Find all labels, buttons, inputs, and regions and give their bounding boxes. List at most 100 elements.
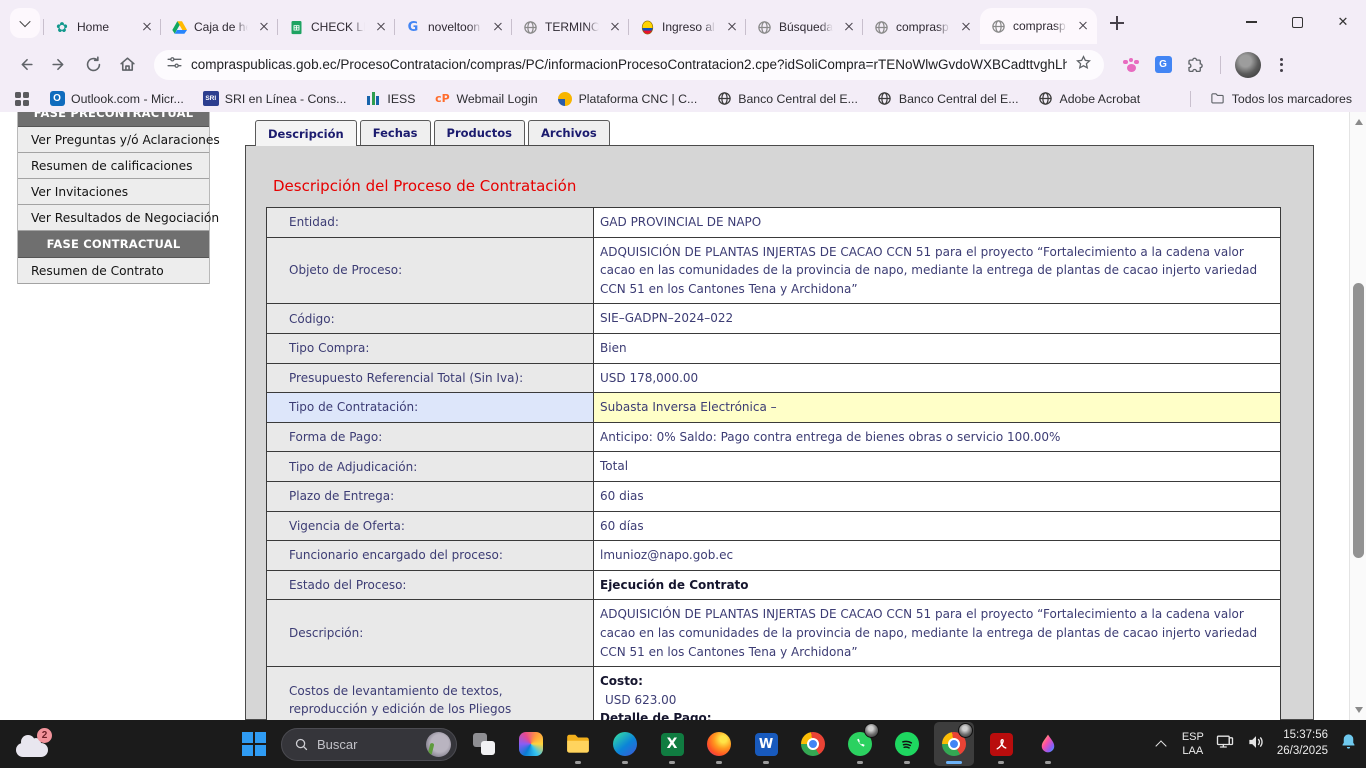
extensions-puzzle-icon[interactable] (1184, 54, 1206, 76)
browser-tab-noveltoon[interactable]: G noveltoon (395, 10, 512, 44)
bookmark-star-icon[interactable] (1075, 54, 1092, 76)
language-indicator[interactable]: ESP LAA (1182, 730, 1204, 759)
file-explorer-icon (565, 731, 591, 757)
sidebar-item-invitaciones[interactable]: Ver Invitaciones (18, 179, 209, 205)
apps-grid-icon[interactable] (14, 91, 30, 107)
window-close-button[interactable] (1320, 0, 1366, 44)
close-icon[interactable] (1075, 18, 1091, 34)
table-row-funcionario: Funcionario encargado del proceso: lmuni… (267, 541, 1280, 571)
chrome-active-button[interactable] (934, 722, 974, 766)
google-icon: G (405, 19, 421, 35)
tab-productos[interactable]: Productos (434, 120, 525, 145)
tab-search-button[interactable] (10, 8, 40, 38)
sidebar-item-contrato[interactable]: Resumen de Contrato (18, 258, 209, 284)
acrobat-button[interactable] (981, 722, 1021, 766)
tray-chevron-icon[interactable] (1153, 735, 1171, 753)
spotify-button[interactable] (887, 722, 927, 766)
tab-descripcion[interactable]: Descripción (255, 120, 357, 146)
process-table: Entidad: GAD PROVINCIAL DE NAPO Objeto d… (266, 207, 1281, 720)
browser-tab-ingreso[interactable]: Ingreso al (629, 10, 746, 44)
bookmark-iess[interactable]: IESS (365, 91, 415, 107)
bookmark-webmail[interactable]: cP Webmail Login (434, 91, 537, 107)
sidebar-item-negociacion[interactable]: Ver Resultados de Negociación (18, 205, 209, 231)
chrome-button[interactable] (793, 722, 833, 766)
forward-button[interactable] (44, 50, 74, 80)
whatsapp-button[interactable] (840, 722, 880, 766)
reload-button[interactable] (78, 50, 108, 80)
browser-tab-termino[interactable]: TERMINO (512, 10, 629, 44)
tab-archivos[interactable]: Archivos (528, 120, 610, 145)
row-value: Ejecución de Contrato (594, 571, 1280, 600)
network-display-icon[interactable] (1215, 732, 1235, 757)
back-button[interactable] (10, 50, 40, 80)
browser-tab-comprasp-active[interactable]: comprasp (980, 8, 1097, 44)
table-row-estado: Estado del Proceso: Ejecución de Contrat… (267, 571, 1280, 601)
close-icon[interactable] (958, 19, 974, 35)
url-bar[interactable]: compraspublicas.gob.ec/ProcesoContrataci… (154, 50, 1104, 80)
close-icon[interactable] (607, 19, 623, 35)
bookmark-label: Plataforma CNC | C... (579, 92, 698, 106)
close-icon[interactable] (490, 19, 506, 35)
sidebar-item-calificaciones[interactable]: Resumen de calificaciones (18, 153, 209, 179)
row-label: Descripción: (267, 600, 594, 666)
close-icon[interactable] (256, 19, 272, 35)
paint-button[interactable] (1028, 722, 1068, 766)
bookmark-banco-central-1[interactable]: Banco Central del E... (716, 91, 858, 107)
bookmark-label: Banco Central del E... (899, 92, 1019, 106)
bookmark-cnc[interactable]: Plataforma CNC | C... (557, 91, 698, 107)
taskbar-search[interactable]: Buscar (281, 728, 457, 761)
browser-tab-comprasp-1[interactable]: comprasp (863, 10, 980, 44)
profile-avatar[interactable] (1235, 52, 1261, 78)
bookmark-outlook[interactable]: O Outlook.com - Micr... (49, 91, 184, 107)
excel-button[interactable]: X (652, 722, 692, 766)
start-button[interactable] (234, 722, 274, 766)
tab-fechas[interactable]: Fechas (360, 120, 431, 145)
all-bookmarks-button[interactable]: Todos los marcadores (1210, 91, 1352, 107)
browser-tab-home[interactable]: ✿ Home (44, 10, 161, 44)
cloud-notification-icon[interactable]: 2 (16, 728, 52, 760)
cnc-icon (557, 91, 573, 107)
bookmark-sri[interactable]: SRI SRI en Línea - Cons... (203, 91, 347, 107)
browser-tab-drive[interactable]: Caja de he (161, 10, 278, 44)
notification-bell-icon[interactable] (1339, 732, 1358, 756)
translate-icon[interactable]: G (1152, 54, 1174, 76)
vertical-scrollbar[interactable] (1349, 112, 1366, 720)
close-icon[interactable] (841, 19, 857, 35)
row-value: SIE–GADPN–2024–022 (594, 304, 1280, 333)
sidebar-item-preguntas[interactable]: Ver Preguntas y/ó Aclaraciones (18, 127, 209, 153)
search-placeholder: Buscar (317, 737, 418, 752)
bookmark-adobe[interactable]: Adobe Acrobat (1038, 91, 1141, 107)
home-button[interactable] (112, 50, 142, 80)
pink-paw-extension-icon[interactable] (1120, 54, 1142, 76)
copilot-button[interactable] (511, 722, 551, 766)
bookmark-label: IESS (387, 92, 415, 106)
globe-icon (756, 19, 772, 35)
task-view-button[interactable] (464, 722, 504, 766)
browser-menu-icon[interactable] (1271, 54, 1291, 76)
row-label: Vigencia de Oferta: (267, 512, 594, 541)
edge-button[interactable] (605, 722, 645, 766)
row-label: Tipo de Contratación: (267, 393, 594, 422)
close-icon[interactable] (139, 19, 155, 35)
scroll-down-arrow-icon[interactable] (1350, 702, 1366, 718)
browser-tab-sheets[interactable]: CHECK LIS (278, 10, 395, 44)
browser-tab-busqueda[interactable]: Búsqueda (746, 10, 863, 44)
close-icon[interactable] (724, 19, 740, 35)
clock[interactable]: 15:37:56 26/3/2025 (1277, 728, 1328, 759)
new-tab-button[interactable] (1103, 9, 1131, 37)
site-settings-icon[interactable] (166, 54, 183, 76)
word-button[interactable]: W (746, 722, 786, 766)
notification-badge: 2 (37, 728, 52, 743)
scrollbar-thumb[interactable] (1353, 283, 1364, 558)
url-text[interactable]: compraspublicas.gob.ec/ProcesoContrataci… (191, 57, 1067, 72)
firefox-button[interactable] (699, 722, 739, 766)
drive-icon (171, 19, 187, 35)
close-icon[interactable] (373, 19, 389, 35)
scroll-up-arrow-icon[interactable] (1350, 114, 1366, 130)
volume-icon[interactable] (1246, 732, 1266, 757)
divider (1220, 56, 1221, 74)
minimize-button[interactable] (1228, 0, 1274, 44)
bookmark-banco-central-2[interactable]: Banco Central del E... (877, 91, 1019, 107)
file-explorer-button[interactable] (558, 722, 598, 766)
maximize-button[interactable] (1274, 0, 1320, 44)
